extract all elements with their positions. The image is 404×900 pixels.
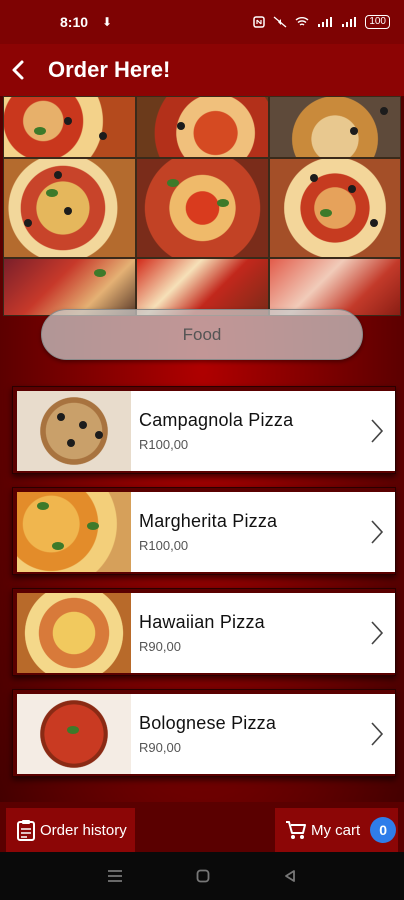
signal-icon: [318, 17, 333, 27]
chevron-right-icon[interactable]: [359, 492, 395, 572]
list-item[interactable]: Hawaiian Pizza R90,00: [12, 588, 396, 676]
category-food-button[interactable]: Food: [41, 309, 363, 360]
app-header: Order Here!: [0, 44, 404, 96]
item-text: Hawaiian Pizza R90,00: [131, 612, 359, 654]
item-text: Margherita Pizza R100,00: [131, 511, 359, 553]
recents-menu-icon[interactable]: [107, 869, 123, 883]
clipboard-icon: [17, 820, 35, 841]
cart-count-badge: 0: [370, 817, 397, 843]
collage-tile: [269, 158, 401, 258]
wifi-icon: [295, 17, 309, 26]
list-item-card[interactable]: Hawaiian Pizza R90,00: [17, 593, 395, 673]
status-bar: 8:10 ⬇ 100: [0, 0, 404, 44]
item-thumbnail: [17, 391, 131, 471]
list-item-card[interactable]: Campagnola Pizza R100,00: [17, 391, 395, 471]
item-price: R90,00: [139, 639, 181, 654]
system-navigation-bar: [0, 852, 404, 900]
order-history-button[interactable]: Order history: [6, 808, 135, 852]
item-name: Hawaiian Pizza: [139, 612, 265, 632]
download-icon: ⬇: [102, 15, 113, 29]
chevron-right-icon[interactable]: [359, 593, 395, 673]
collage-tile: [136, 158, 269, 258]
page-title: Order Here!: [48, 57, 171, 82]
status-time: 8:10: [60, 14, 89, 30]
status-icons: 100: [253, 15, 390, 29]
my-cart-button[interactable]: My cart 0: [275, 808, 398, 852]
collage-tile: [3, 158, 136, 258]
collage-tile: [269, 96, 401, 158]
bottom-action-bar: Order history My cart 0: [0, 802, 404, 852]
cart-icon: [286, 821, 306, 839]
home-icon[interactable]: [196, 869, 210, 883]
order-history-label: Order history: [40, 821, 127, 839]
item-name: Margherita Pizza: [139, 511, 278, 531]
item-price: R100,00: [139, 437, 189, 452]
item-price: R90,00: [139, 740, 181, 755]
list-item-card[interactable]: Bolognese Pizza R90,00: [17, 694, 395, 774]
back-arrow-icon: [12, 60, 24, 80]
list-item-card[interactable]: Margherita Pizza R100,00: [17, 492, 395, 572]
category-label: Food: [182, 324, 222, 344]
item-thumbnail: [17, 694, 131, 774]
collage-tile: [136, 258, 269, 316]
item-text: Campagnola Pizza R100,00: [131, 410, 359, 452]
nfc-icon: [253, 16, 266, 28]
collage-tile: [3, 258, 136, 316]
list-item[interactable]: Campagnola Pizza R100,00: [12, 386, 396, 474]
item-name: Bolognese Pizza: [139, 713, 277, 733]
collage-tile: [269, 258, 401, 316]
item-text: Bolognese Pizza R90,00: [131, 713, 359, 755]
list-item[interactable]: Bolognese Pizza R90,00: [12, 689, 396, 777]
list-item[interactable]: Margherita Pizza R100,00: [12, 487, 396, 575]
app-screen: 8:10 ⬇ 100 Order Here! Food Campagnola P…: [0, 0, 404, 900]
item-name: Campagnola Pizza: [139, 410, 294, 430]
my-cart-label: My cart: [311, 821, 361, 839]
mute-icon: [273, 16, 287, 28]
item-thumbnail: [17, 492, 131, 572]
chevron-right-icon[interactable]: [359, 694, 395, 774]
back-triangle-icon[interactable]: [283, 869, 297, 883]
collage-tile: [136, 96, 269, 158]
collage-tile: [3, 96, 136, 158]
signal-icon-2: [342, 17, 357, 27]
item-thumbnail: [17, 593, 131, 673]
hero-pizza-collage: [3, 96, 401, 316]
battery-indicator: 100: [365, 15, 390, 29]
back-button[interactable]: [0, 44, 36, 96]
chevron-right-icon[interactable]: [359, 391, 395, 471]
item-price: R100,00: [139, 538, 189, 553]
